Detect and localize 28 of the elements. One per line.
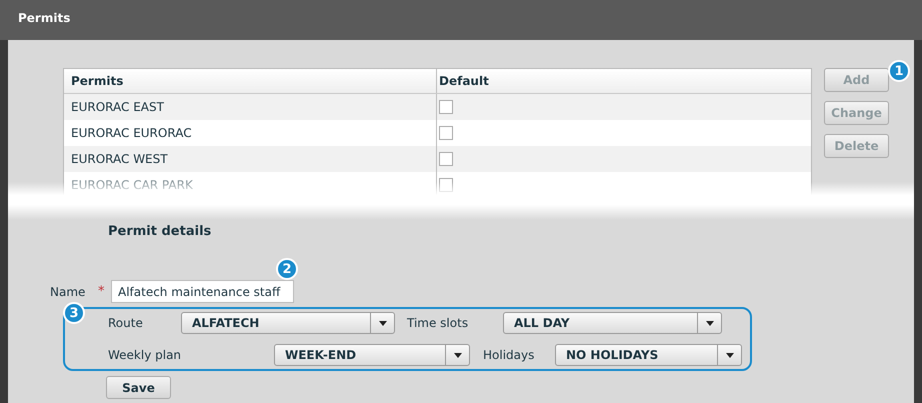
- default-checkbox[interactable]: [439, 152, 453, 166]
- permit-name-cell[interactable]: EURORAC EURORAC: [64, 120, 436, 146]
- field-dropdown[interactable]: NO HOLIDAYS: [555, 344, 742, 366]
- dropdown-arrow-icon: [706, 320, 714, 326]
- name-input-field[interactable]: Alfatech maintenance staff: [111, 280, 294, 303]
- default-checkbox[interactable]: [439, 178, 453, 192]
- name-label: Name: [50, 284, 86, 298]
- save-button[interactable]: Save: [106, 376, 171, 399]
- field-dropdown[interactable]: ALL DAY: [503, 312, 722, 334]
- callout-badge: 1: [888, 60, 910, 82]
- field-dropdown[interactable]: ALFATECH: [181, 312, 395, 334]
- field-label: Time slots: [407, 316, 470, 330]
- column-header: Permits: [70, 73, 124, 90]
- dropdown-arrow-icon: [378, 320, 386, 326]
- dropdown-arrow-icon: [454, 352, 462, 358]
- window-title: Permits: [18, 11, 70, 25]
- field-label: Weekly plan: [108, 348, 182, 362]
- callout-badge: 3: [63, 302, 85, 324]
- callout-badge: 2: [276, 258, 298, 280]
- field-label: Route: [108, 316, 144, 330]
- field-dropdown[interactable]: WEEK-END: [274, 344, 470, 366]
- default-checkbox[interactable]: [439, 100, 453, 114]
- section-heading: Permit details: [108, 224, 212, 239]
- required-mark: *: [98, 284, 106, 299]
- dropdown-arrow-icon: [726, 352, 734, 358]
- column-header: Default: [436, 69, 811, 93]
- default-checkbox[interactable]: [439, 126, 453, 140]
- field-label: Holidays: [483, 348, 536, 362]
